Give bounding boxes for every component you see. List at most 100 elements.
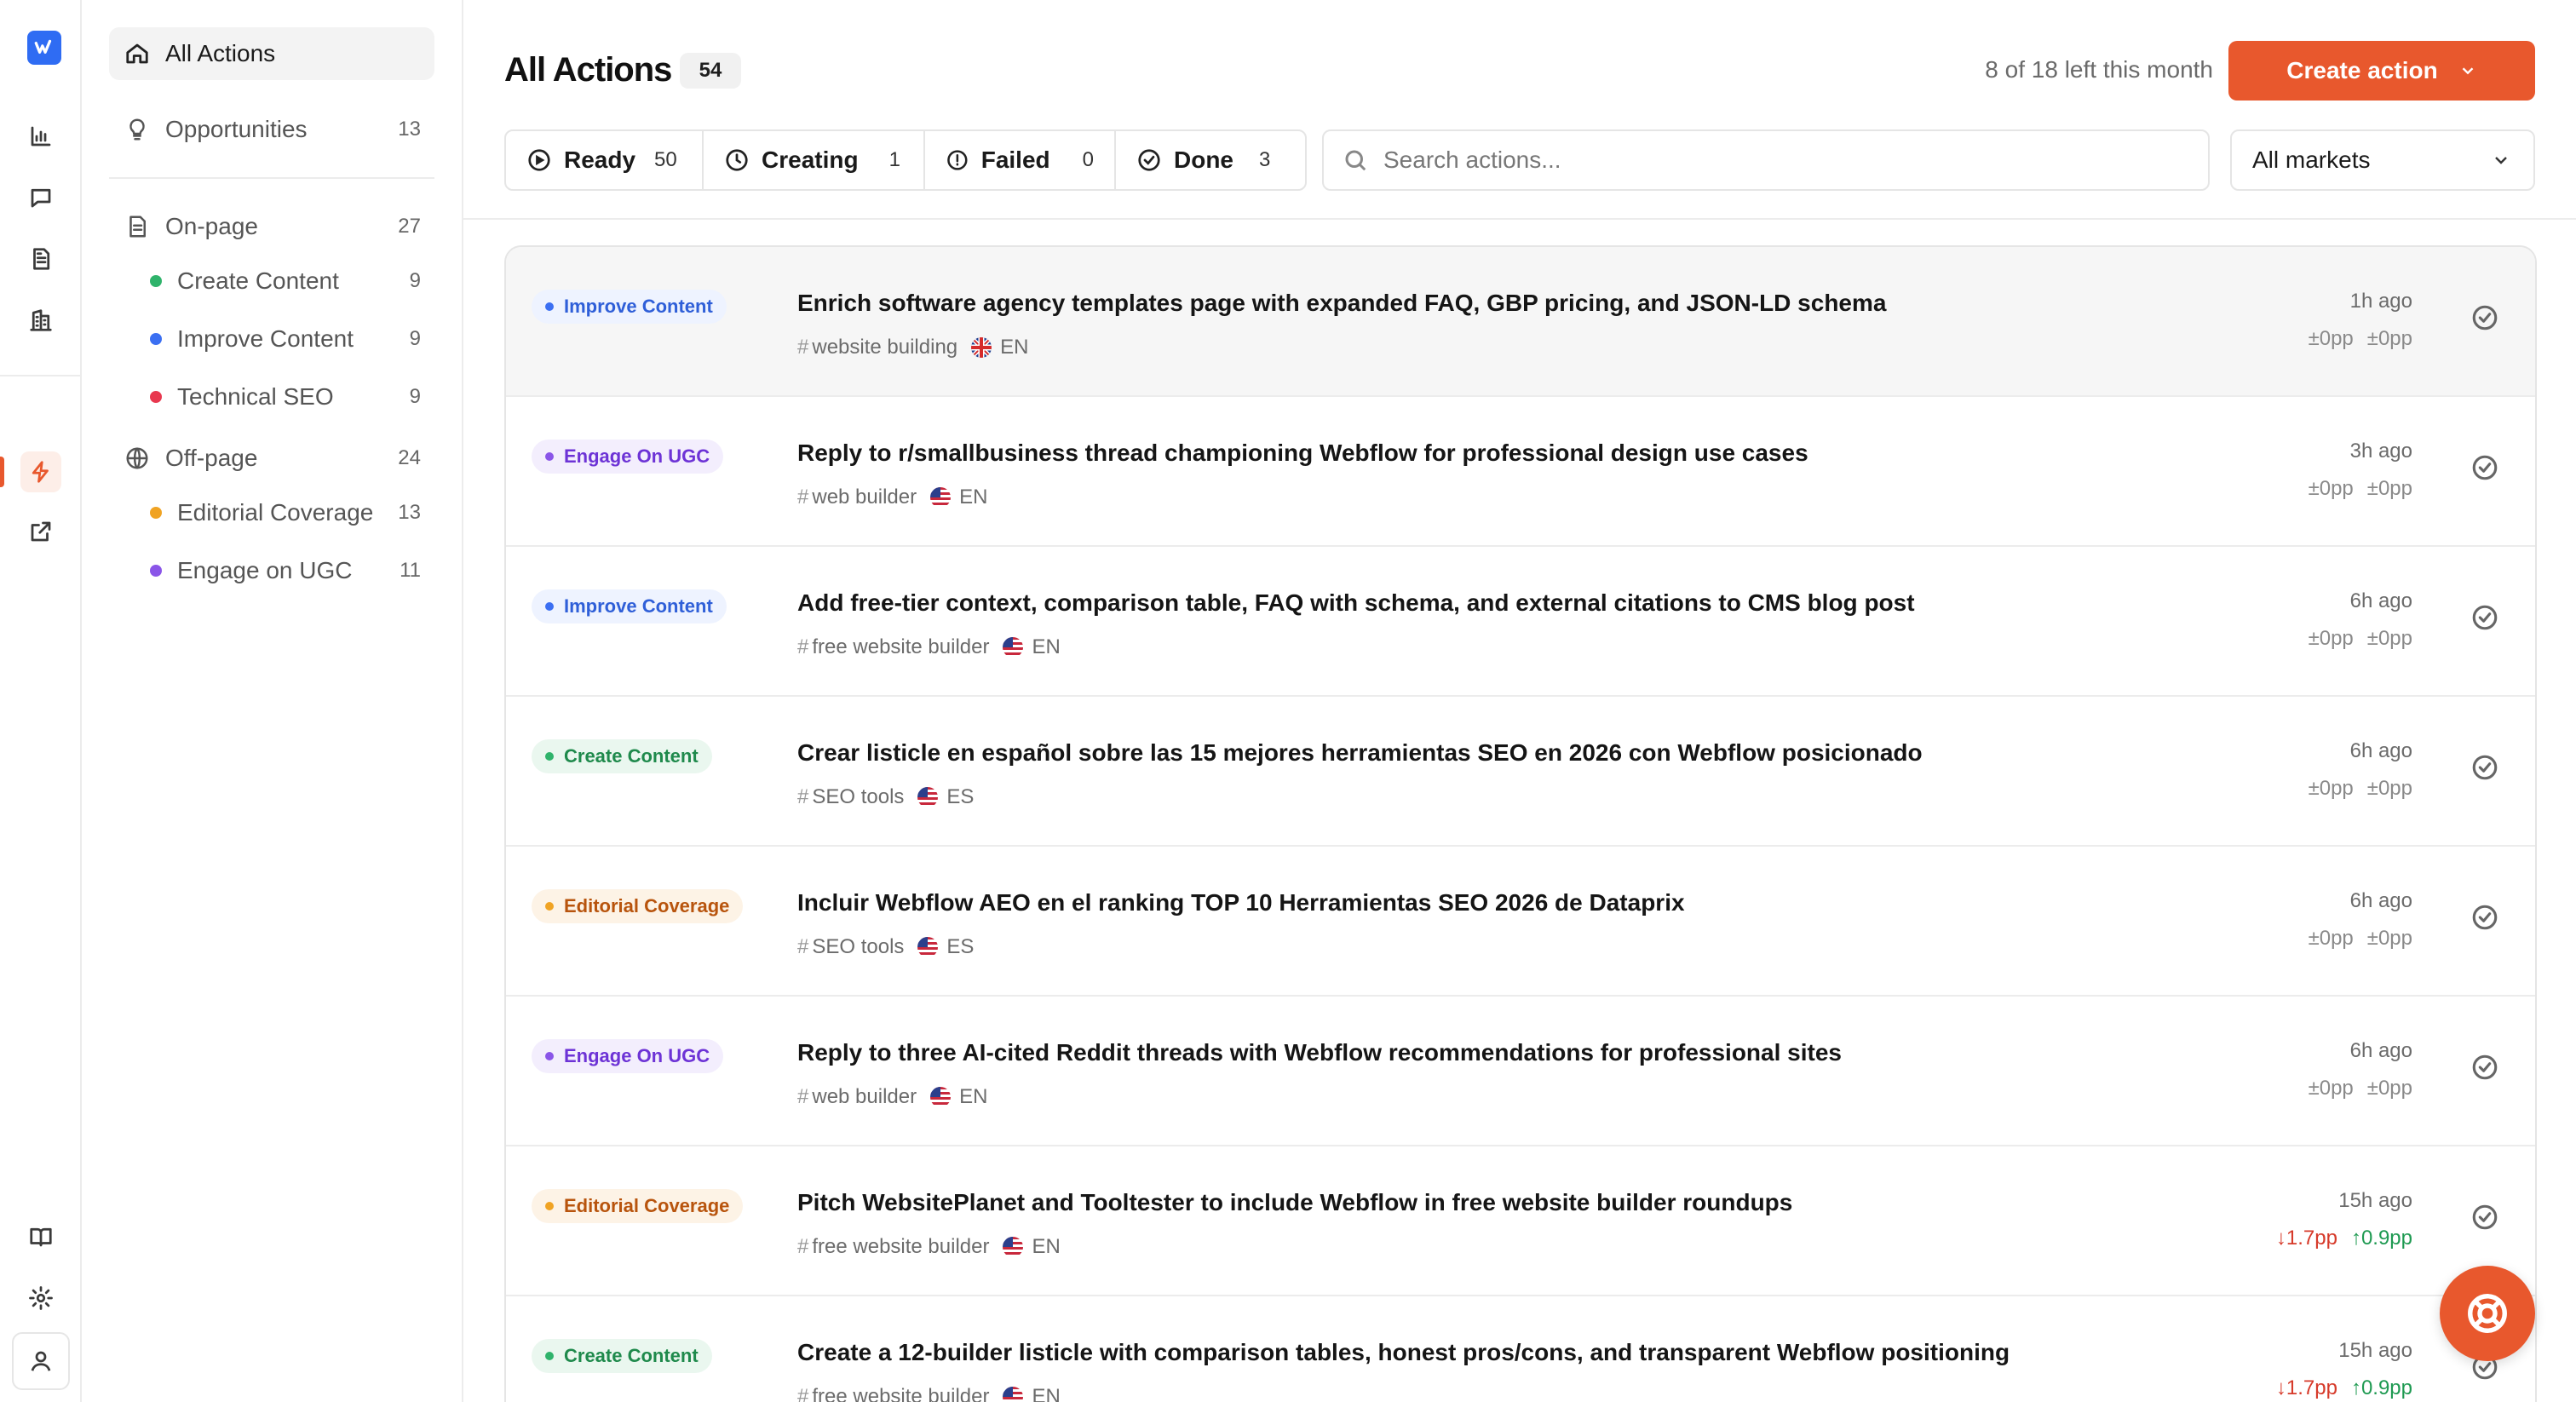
- action-language: EN: [1032, 1235, 1061, 1258]
- rail-divider: [0, 375, 80, 376]
- mark-done-button[interactable]: [2470, 1203, 2499, 1232]
- action-category-tag: Engage On UGC: [532, 1039, 724, 1073]
- action-category-tag: Improve Content: [532, 290, 727, 324]
- action-title[interactable]: Enrich software agency templates page wi…: [797, 290, 1886, 317]
- sidebar-item-count: 9: [409, 385, 421, 408]
- actions-bolt-icon[interactable]: [20, 451, 61, 492]
- markets-select-value: All markets: [2252, 147, 2371, 173]
- action-title[interactable]: Incluir Webflow AEO en el ranking TOP 10…: [797, 889, 1685, 916]
- sidebar-item-engage-on-ugc[interactable]: Engage on UGC 11: [109, 547, 434, 595]
- tag-label: Engage On UGC: [564, 445, 710, 467]
- category-dot: [545, 1352, 554, 1360]
- chevron-down-icon: [2495, 157, 2507, 164]
- clock-icon: [726, 149, 748, 171]
- tag-label: Engage On UGC: [564, 1045, 710, 1066]
- action-deltas: ±0pp ±0pp: [2309, 1077, 2412, 1100]
- user-icon: [31, 1351, 51, 1371]
- book-icon[interactable]: [20, 1216, 61, 1257]
- header-divider: [463, 218, 2576, 220]
- sidebar-item-label: Off-page: [165, 445, 258, 471]
- category-dot: [150, 391, 162, 403]
- analytics-icon[interactable]: [20, 116, 61, 157]
- sidebar-item-off-page[interactable]: Off-page 24: [109, 434, 434, 482]
- delta-value: ±0pp: [2308, 777, 2354, 800]
- filter-creating[interactable]: Creating 1: [704, 131, 925, 189]
- total-count-badge: 54: [680, 53, 741, 89]
- action-time: 6h ago: [2349, 889, 2412, 912]
- user-profile-button[interactable]: [12, 1332, 70, 1390]
- sidebar-item-label: Opportunities: [165, 116, 308, 142]
- action-title[interactable]: Add free-tier context, comparison table,…: [797, 589, 1915, 617]
- external-link-icon[interactable]: [20, 511, 61, 552]
- webflow-logo-icon[interactable]: [27, 31, 61, 65]
- category-dot: [545, 1052, 554, 1060]
- action-time: 1h ago: [2349, 290, 2412, 313]
- category-dot: [150, 333, 162, 345]
- sidebar-item-create-content[interactable]: Create Content 9: [109, 257, 434, 305]
- action-row[interactable]: Improve Content Enrich software agency te…: [506, 247, 2535, 397]
- action-row[interactable]: Improve Content Add free-tier context, co…: [506, 547, 2535, 697]
- action-row[interactable]: Create Content Crear listicle en español …: [506, 697, 2535, 847]
- action-row[interactable]: Engage On UGC Reply to three AI-cited Red…: [506, 997, 2535, 1146]
- us-flag-icon: [930, 487, 952, 508]
- mark-done-button[interactable]: [2470, 753, 2499, 782]
- document-icon[interactable]: [20, 238, 61, 279]
- help-support-button[interactable]: [2440, 1266, 2535, 1361]
- action-keyword: free website builder: [812, 1235, 990, 1258]
- action-time: 6h ago: [2349, 739, 2412, 762]
- mark-done-button[interactable]: [2470, 453, 2499, 482]
- action-language: EN: [959, 1085, 988, 1108]
- sidebar-item-editorial-coverage[interactable]: Editorial Coverage 13: [109, 489, 434, 537]
- action-keyword: free website builder: [812, 1385, 990, 1402]
- hash-icon: #: [797, 1085, 809, 1108]
- sidebar-item-on-page[interactable]: On-page 27: [109, 203, 434, 250]
- us-flag-icon: [1003, 1387, 1024, 1402]
- sidebar-item-all-actions[interactable]: All Actions: [109, 27, 434, 80]
- building-icon[interactable]: [20, 300, 61, 341]
- filter-done[interactable]: Done 3: [1116, 131, 1305, 189]
- sidebar-item-label: All Actions: [165, 40, 276, 66]
- mark-done-button[interactable]: [2470, 303, 2499, 332]
- action-row[interactable]: Editorial Coverage Incluir Webflow AEO en…: [506, 847, 2535, 997]
- delta-value: ±0pp: [2308, 1077, 2354, 1100]
- settings-gear-icon[interactable]: [20, 1278, 61, 1319]
- action-language: EN: [1000, 336, 1029, 359]
- sidebar-divider: [109, 177, 434, 179]
- delta-value: ±0pp: [2366, 477, 2412, 500]
- action-keyword: website building: [812, 336, 958, 359]
- delta-value: ±0pp: [2308, 627, 2354, 650]
- sidebar-item-improve-content[interactable]: Improve Content 9: [109, 315, 434, 363]
- mark-done-button[interactable]: [2470, 1053, 2499, 1082]
- tag-label: Create Content: [564, 745, 699, 767]
- action-row[interactable]: Engage On UGC Reply to r/smallbusiness th…: [506, 397, 2535, 547]
- action-title[interactable]: Reply to r/smallbusiness thread champion…: [797, 440, 1808, 467]
- sidebar-item-opportunities[interactable]: Opportunities 13: [109, 106, 434, 153]
- mark-done-button[interactable]: [2470, 603, 2499, 632]
- action-title[interactable]: Pitch WebsitePlanet and Tooltester to in…: [797, 1189, 1792, 1216]
- action-meta: # SEO tools ES: [797, 935, 974, 959]
- sidebar-item-count: 13: [398, 501, 421, 524]
- action-category-tag: Editorial Coverage: [532, 1189, 744, 1223]
- action-title[interactable]: Reply to three AI-cited Reddit threads w…: [797, 1039, 1842, 1066]
- action-row[interactable]: Editorial Coverage Pitch WebsitePlanet an…: [506, 1146, 2535, 1296]
- monthly-quota-text: 8 of 18 left this month: [1985, 56, 2213, 83]
- action-language: ES: [946, 935, 975, 958]
- markets-select[interactable]: All markets: [2230, 129, 2535, 191]
- mark-done-button[interactable]: [2470, 903, 2499, 932]
- search-box[interactable]: [1322, 129, 2210, 191]
- filter-failed[interactable]: Failed 0: [925, 131, 1116, 189]
- search-input[interactable]: [1383, 147, 2150, 174]
- action-row[interactable]: Create Content Create a 12-builder listic…: [506, 1296, 2535, 1402]
- category-dot: [545, 302, 554, 311]
- chat-icon[interactable]: [20, 177, 61, 218]
- us-flag-icon: [1003, 637, 1024, 658]
- create-action-button[interactable]: Create action: [2228, 41, 2535, 101]
- tag-label: Editorial Coverage: [564, 1195, 730, 1216]
- sidebar-item-technical-seo[interactable]: Technical SEO 9: [109, 373, 434, 421]
- main-content: All Actions 54 8 of 18 left this month C…: [463, 0, 2576, 1402]
- filter-ready[interactable]: Ready 50: [506, 131, 704, 189]
- app-root: All Actions Opportunities 13 On-page 27 …: [0, 0, 2576, 1402]
- action-title[interactable]: Crear listicle en español sobre las 15 m…: [797, 739, 1923, 767]
- delta-value: ↓1.7pp: [2275, 1227, 2337, 1250]
- action-title[interactable]: Create a 12-builder listicle with compar…: [797, 1339, 2010, 1366]
